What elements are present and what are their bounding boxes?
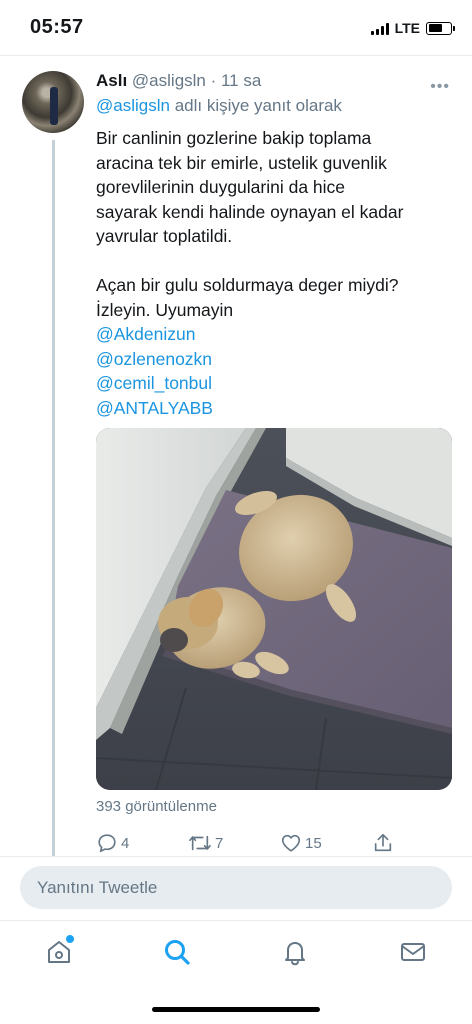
tab-notifications[interactable] (280, 937, 310, 967)
reply-context: @asligsln adlı kişiye yanıt olarak (96, 96, 342, 116)
thread-line (52, 140, 55, 856)
tweet-text-line: İzleyin. Uyumayin (96, 299, 234, 320)
reply-to-suffix: adlı kişiye yanıt olarak (174, 96, 342, 115)
battery-icon (426, 21, 455, 35)
notifications-icon (285, 942, 305, 966)
signal-icon (370, 22, 389, 35)
retweet-icon (189, 835, 211, 851)
puppy-video-frame (96, 428, 452, 790)
status-time: 05:57 (30, 16, 84, 38)
tweet-text-line: Açan bir gulu soldurmaya deger miydi? (96, 275, 399, 295)
avatar[interactable] (22, 71, 84, 133)
reply-icon (98, 834, 116, 853)
more-options-icon[interactable]: ••• (430, 78, 450, 96)
tab-home[interactable] (44, 935, 74, 967)
like-button[interactable]: 15 (280, 832, 322, 854)
tweet-text-line: aracina tek bir emirle, ustelik guvenlik (96, 152, 387, 173)
retweet-count: 7 (215, 834, 224, 852)
retweet-button[interactable]: 7 (188, 832, 223, 854)
tweet-text: Bir canlinin gozlerine bakip toplama ara… (96, 126, 452, 420)
like-count: 15 (305, 834, 322, 852)
search-icon (165, 940, 190, 965)
mention-link[interactable]: @ozlenenozkn (96, 347, 452, 372)
share-icon (374, 833, 392, 852)
tweet-text-line: Bir canlinin gozlerine bakip toplama (96, 128, 372, 148)
mention-link[interactable]: @ANTALYABB (96, 396, 452, 421)
tweet-actions: 4 7 15 (96, 832, 416, 854)
reply-input[interactable]: Yanıtını Tweetle (20, 866, 452, 909)
tweet-text-line: gorevlilerinin duygularini da hice (96, 177, 346, 197)
heart-icon (281, 834, 301, 852)
mention-link[interactable]: @Akdenizun (96, 322, 452, 347)
reply-count: 4 (121, 834, 130, 852)
divider (0, 856, 472, 857)
status-indicators: LTE (370, 20, 455, 36)
network-label: LTE (394, 20, 420, 36)
tweet-text-line: yavrular toplatildi. (96, 226, 233, 246)
author-name[interactable]: Aslı (96, 71, 127, 90)
share-button[interactable] (372, 832, 394, 854)
tab-bar (0, 920, 472, 1024)
mention-link[interactable]: @cemil_tonbul (96, 371, 452, 396)
reply-to-handle[interactable]: @asligsln (96, 96, 170, 115)
reply-placeholder: Yanıtını Tweetle (37, 878, 158, 897)
tweet-media-video[interactable] (96, 428, 452, 790)
author-handle[interactable]: @asligsln (132, 71, 206, 90)
messages-icon (401, 943, 425, 961)
tweet-time: 11 sa (220, 71, 262, 90)
notification-dot (66, 935, 74, 943)
tab-messages[interactable] (398, 937, 428, 967)
view-count: 393 görüntülenme (96, 798, 217, 815)
tweet-header: Aslı @asligsln · 11 sa (96, 71, 262, 90)
reply-button[interactable]: 4 (96, 832, 129, 854)
status-bar: 05:57 LTE (0, 0, 472, 56)
tab-search[interactable] (162, 937, 192, 967)
tweet-text-line: sayarak kendi halinde oynayan el kadar (96, 201, 404, 222)
home-indicator[interactable] (152, 1007, 320, 1012)
